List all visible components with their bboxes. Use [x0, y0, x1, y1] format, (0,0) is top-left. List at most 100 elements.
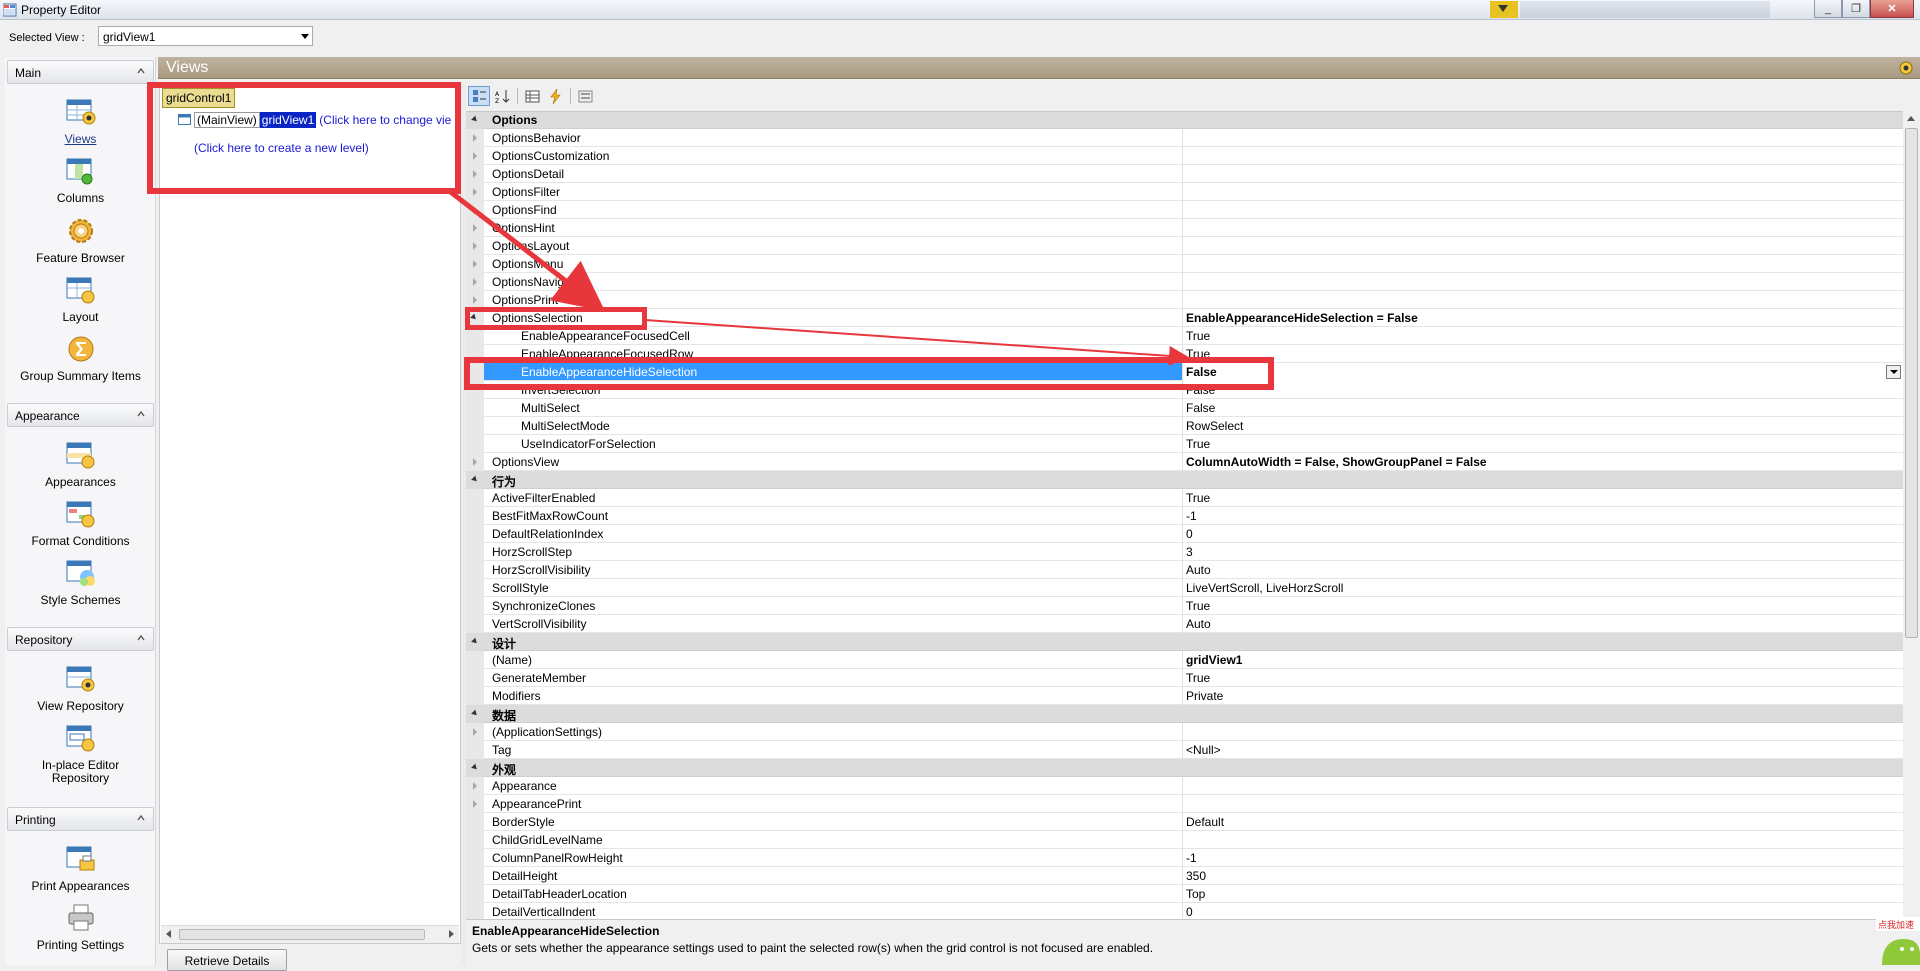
property-row-enableappearancefocusedrow[interactable]: EnableAppearanceFocusedRow True	[466, 345, 1903, 363]
expand-icon[interactable]	[473, 170, 477, 178]
column-divider[interactable]	[1182, 309, 1183, 327]
expand-icon[interactable]	[473, 224, 477, 232]
column-divider[interactable]	[1182, 183, 1183, 201]
alphabetical-button[interactable]: AZ	[491, 86, 513, 106]
column-divider[interactable]	[1182, 399, 1183, 417]
column-divider[interactable]	[1182, 435, 1183, 453]
property-row-modifiers[interactable]: Modifiers Private	[466, 687, 1903, 705]
collapse-icon[interactable]	[471, 637, 479, 646]
property-row-invertselection[interactable]: InvertSelection False	[466, 381, 1903, 399]
property-value[interactable]: <Null>	[1186, 743, 1221, 757]
alert-button[interactable]	[1490, 1, 1518, 18]
property-category-category[interactable]: 外观	[466, 759, 1903, 777]
property-value[interactable]: 0	[1186, 527, 1193, 541]
property-category-category[interactable]: 数据	[466, 705, 1903, 723]
column-divider[interactable]	[1182, 273, 1183, 291]
property-value[interactable]: Auto	[1186, 563, 1211, 577]
expand-icon[interactable]	[473, 134, 477, 142]
property-category-category[interactable]: 设计	[466, 633, 1903, 651]
grid-view-name[interactable]: gridView1	[259, 112, 317, 128]
property-value[interactable]: Default	[1186, 815, 1224, 829]
property-value[interactable]: Top	[1186, 887, 1205, 901]
tree-root-gridcontrol[interactable]: gridControl1	[162, 88, 236, 108]
nav-item-views[interactable]: Views	[5, 96, 156, 146]
nav-item-layout[interactable]: Layout	[5, 274, 156, 324]
property-row-enableappearancehideselection[interactable]: EnableAppearanceHideSelection False	[466, 363, 1903, 381]
property-row-appearance[interactable]: Appearance	[466, 777, 1903, 795]
column-divider[interactable]	[1182, 867, 1183, 885]
collapse-icon[interactable]	[471, 763, 479, 772]
nav-item-printing-settings[interactable]: Printing Settings	[5, 902, 156, 952]
property-row-optionshint[interactable]: OptionsHint	[466, 219, 1903, 237]
nav-group-repository[interactable]: Repository	[7, 627, 154, 651]
property-row-optionsmenu[interactable]: OptionsMenu	[466, 255, 1903, 273]
property-row-generatemember[interactable]: GenerateMember True	[466, 669, 1903, 687]
property-row-optionsfind[interactable]: OptionsFind	[466, 201, 1903, 219]
property-row-optionsselection[interactable]: OptionsSelection EnableAppearanceHideSele…	[466, 309, 1903, 327]
properties-button[interactable]	[521, 86, 543, 106]
column-divider[interactable]	[1182, 831, 1183, 849]
property-value[interactable]: True	[1186, 599, 1210, 613]
scroll-right-arrow[interactable]	[449, 930, 454, 938]
property-row-horzscrollvisibility[interactable]: HorzScrollVisibility Auto	[466, 561, 1903, 579]
expand-icon[interactable]	[473, 782, 477, 790]
property-row-optionsdetail[interactable]: OptionsDetail	[466, 165, 1903, 183]
property-row-bestfitmaxrowcount[interactable]: BestFitMaxRowCount -1	[466, 507, 1903, 525]
property-value-editor[interactable]	[1183, 363, 1903, 381]
scrollbar-thumb[interactable]	[179, 929, 425, 940]
nav-group-printing[interactable]: Printing	[7, 807, 154, 831]
property-category-category[interactable]: 行为	[466, 471, 1903, 489]
property-value[interactable]: 0	[1186, 905, 1193, 919]
column-divider[interactable]	[1182, 651, 1183, 669]
nav-item-format-conditions[interactable]: Format Conditions	[5, 498, 156, 548]
categorized-button[interactable]	[468, 86, 490, 106]
property-row-name[interactable]: (Name) gridView1	[466, 651, 1903, 669]
property-row-useindicatorforselection[interactable]: UseIndicatorForSelection True	[466, 435, 1903, 453]
column-divider[interactable]	[1182, 723, 1183, 741]
nav-item-feature-browser[interactable]: Feature Browser	[5, 215, 156, 265]
property-value[interactable]: False	[1186, 401, 1215, 415]
collapse-icon[interactable]	[471, 475, 479, 484]
property-value[interactable]: 3	[1186, 545, 1193, 559]
create-new-level-link[interactable]: (Click here to create a new level)	[194, 141, 369, 155]
property-row-tag[interactable]: Tag <Null>	[466, 741, 1903, 759]
expand-icon[interactable]	[473, 152, 477, 160]
expand-icon[interactable]	[473, 242, 477, 250]
expand-icon[interactable]	[473, 728, 477, 736]
expand-icon[interactable]	[473, 800, 477, 808]
property-value[interactable]: EnableAppearanceHideSelection = False	[1186, 311, 1418, 325]
column-divider[interactable]	[1182, 381, 1183, 399]
property-value[interactable]: True	[1186, 329, 1210, 343]
column-divider[interactable]	[1182, 669, 1183, 687]
nav-group-appearance[interactable]: Appearance	[7, 403, 154, 427]
column-divider[interactable]	[1182, 417, 1183, 435]
property-row-optionscustomization[interactable]: OptionsCustomization	[466, 147, 1903, 165]
collapse-icon[interactable]	[470, 313, 478, 322]
expand-icon[interactable]	[473, 296, 477, 304]
scroll-up-arrow[interactable]	[1907, 116, 1915, 121]
property-row-optionsprint[interactable]: OptionsPrint	[466, 291, 1903, 309]
column-divider[interactable]	[1182, 741, 1183, 759]
value-dropdown-button[interactable]	[1886, 365, 1901, 379]
column-divider[interactable]	[1182, 525, 1183, 543]
expand-icon[interactable]	[473, 260, 477, 268]
column-divider[interactable]	[1182, 327, 1183, 345]
scrollbar-thumb[interactable]	[1905, 128, 1918, 638]
column-divider[interactable]	[1182, 849, 1183, 867]
column-divider[interactable]	[1182, 615, 1183, 633]
property-row-detailverticalindent[interactable]: DetailVerticalIndent 0	[466, 903, 1903, 919]
expand-icon[interactable]	[473, 278, 477, 286]
property-pages-button[interactable]	[574, 86, 596, 106]
property-value[interactable]: gridView1	[1186, 653, 1242, 667]
column-divider[interactable]	[1182, 903, 1183, 919]
property-row-columnpanelrowheight[interactable]: ColumnPanelRowHeight -1	[466, 849, 1903, 867]
sun-icon[interactable]	[1899, 61, 1913, 75]
restore-button[interactable]: ❐	[1842, 0, 1870, 18]
property-row-optionsfilter[interactable]: OptionsFilter	[466, 183, 1903, 201]
property-row-detailheight[interactable]: DetailHeight 350	[466, 867, 1903, 885]
property-value[interactable]: 350	[1186, 869, 1206, 883]
column-divider[interactable]	[1182, 201, 1183, 219]
property-value[interactable]: True	[1186, 437, 1210, 451]
property-row-synchronizeclones[interactable]: SynchronizeClones True	[466, 597, 1903, 615]
column-divider[interactable]	[1182, 219, 1183, 237]
